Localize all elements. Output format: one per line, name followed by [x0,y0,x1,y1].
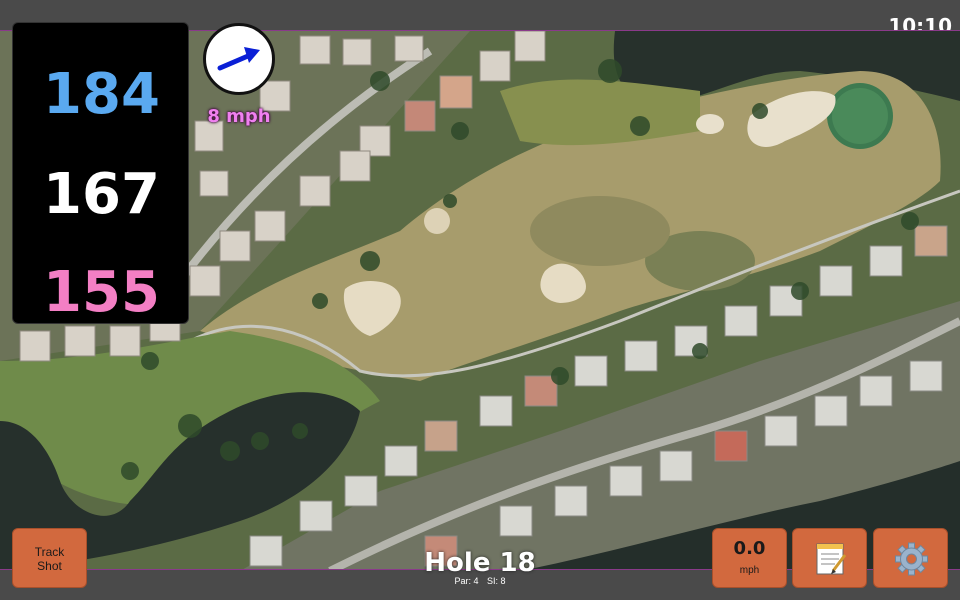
stroke-index-label: SI: 8 [487,576,506,586]
middle-yardage: 167 [43,162,160,227]
settings-button[interactable] [873,528,948,588]
notes-button[interactable] [792,528,867,588]
hole-info: Par: 4 SI: 8 [380,576,580,586]
speed-value: 0.0 [733,538,766,559]
wind-direction-indicator [203,23,275,95]
speed-unit: mph [739,565,760,576]
hole-title: Hole 18 [424,548,536,578]
golf-gps-app: 10:10 184 167 155 8 mph Track Shot Hole … [0,0,960,600]
track-shot-label-line1: Track [34,545,65,559]
yardage-panel: 184 167 155 [12,22,189,324]
gear-icon [895,542,928,576]
front-yardage: 155 [43,260,160,325]
track-shot-label-line2: Shot [37,559,62,573]
back-yardage: 184 [43,62,160,127]
speed-button[interactable]: 0.0 mph [712,528,787,588]
notepad-icon [816,543,847,575]
wind-speed-label: 8 mph [207,106,271,127]
par-label: Par: 4 [454,576,479,586]
wind-arrow-icon [217,47,260,71]
track-shot-button[interactable]: Track Shot [12,528,87,588]
